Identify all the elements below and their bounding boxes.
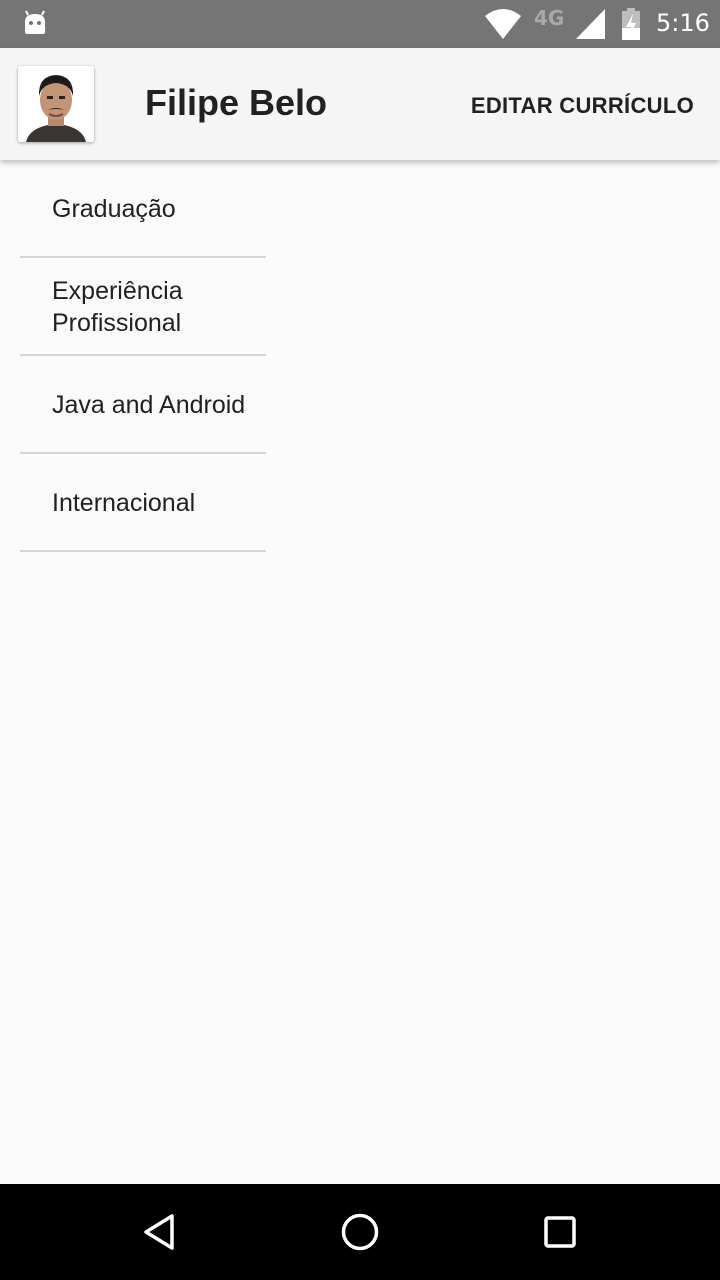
android-icon xyxy=(22,10,48,40)
list-item-java-android[interactable]: Java and Android xyxy=(20,356,266,454)
edit-resume-button[interactable]: EDITAR CURRÍCULO xyxy=(470,86,704,126)
wifi-icon xyxy=(484,8,522,44)
profile-name: Filipe Belo xyxy=(145,82,328,123)
recents-icon[interactable] xyxy=(536,1208,584,1256)
profile-photo-icon xyxy=(18,66,94,142)
back-icon[interactable] xyxy=(136,1208,184,1256)
avatar[interactable] xyxy=(18,66,94,142)
list-item-internacional[interactable]: Internacional xyxy=(20,454,266,552)
network-type-label: 4G xyxy=(534,6,565,30)
list-item-experiencia-profissional[interactable]: Experiência Profissional xyxy=(20,258,266,356)
battery-charging-icon xyxy=(620,8,642,44)
app-bar: Filipe Belo EDITAR CURRÍCULO xyxy=(0,48,720,160)
list-item-graduacao[interactable]: Graduação xyxy=(20,160,266,258)
navigation-bar xyxy=(0,1184,720,1280)
home-icon[interactable] xyxy=(336,1208,384,1256)
status-bar: 4G 5:16 xyxy=(0,0,720,48)
clock: 5:16 xyxy=(656,9,710,37)
signal-icon xyxy=(576,9,606,43)
resume-section-list: Graduação Experiência Profissional Java … xyxy=(20,160,266,552)
